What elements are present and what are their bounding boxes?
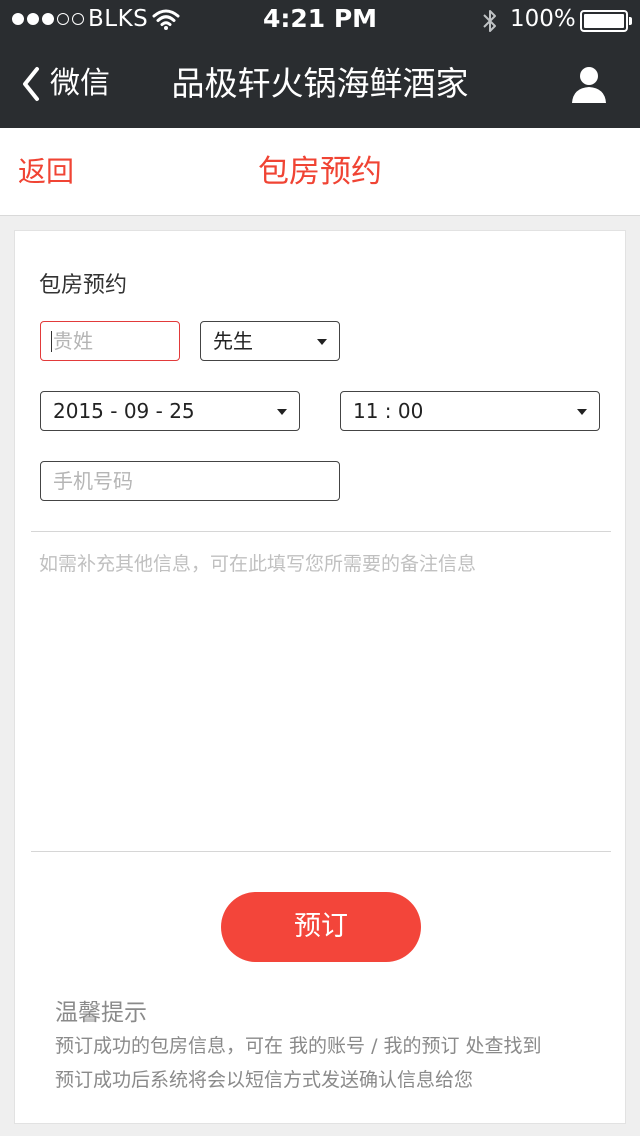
salutation-select[interactable]: 先生 (200, 321, 340, 361)
nav-title: 品极轩火锅海鲜酒家 (171, 64, 469, 103)
phone-input[interactable]: 手机号码 (40, 461, 340, 501)
tip-line: 预订成功的包房信息，可在 我的账号 / 我的预订 处查找到 (55, 1035, 542, 1057)
time-select[interactable]: 11 : 00 (340, 391, 600, 431)
divider (31, 851, 611, 852)
battery-percent: 100% (510, 6, 576, 32)
bluetooth-icon (483, 10, 496, 32)
date-value: 2015 - 09 - 25 (53, 399, 195, 423)
battery-fill (584, 14, 624, 28)
date-select[interactable]: 2015 - 09 - 25 (40, 391, 300, 431)
dropdown-arrow-icon (277, 409, 287, 415)
dropdown-arrow-icon (317, 339, 327, 345)
surname-input[interactable]: 贵姓 (40, 321, 180, 361)
tips-section: 温馨提示 预订成功的包房信息，可在 我的账号 / 我的预订 处查找到 预订成功后… (55, 997, 615, 1097)
dropdown-arrow-icon (577, 409, 587, 415)
nav-bar: 微信 品极轩火锅海鲜酒家 (0, 40, 640, 128)
notes-placeholder: 如需补充其他信息，可在此填写您所需要的备注信息 (39, 553, 477, 575)
text-caret (51, 331, 52, 352)
reservation-card: 包房预约 贵姓 先生 2015 - 09 - 25 11 : 00 手机号码 如… (14, 230, 626, 1124)
tips-title: 温馨提示 (55, 1000, 147, 1026)
battery-icon (580, 10, 632, 32)
surname-placeholder: 贵姓 (53, 329, 93, 353)
page-header: 返回 包房预约 (0, 128, 640, 216)
section-label: 包房预约 (39, 273, 128, 298)
salutation-value: 先生 (213, 329, 253, 353)
status-bar: BLKS 4:21 PM 100% (0, 0, 640, 40)
divider (31, 531, 611, 532)
page-title: 包房预约 (258, 154, 382, 190)
user-icon[interactable] (570, 64, 608, 104)
tip-line: 预订成功后系统将会以短信方式发送确认信息给您 (55, 1069, 474, 1091)
time-value: 11 : 00 (353, 399, 424, 423)
battery-nub (629, 17, 632, 25)
notes-textarea[interactable]: 如需补充其他信息，可在此填写您所需要的备注信息 (39, 551, 599, 831)
top-bar: BLKS 4:21 PM 100% 微信 品极轩火锅海鲜酒家 (0, 0, 640, 128)
phone-placeholder: 手机号码 (53, 469, 133, 493)
book-button[interactable]: 预订 (221, 892, 421, 962)
